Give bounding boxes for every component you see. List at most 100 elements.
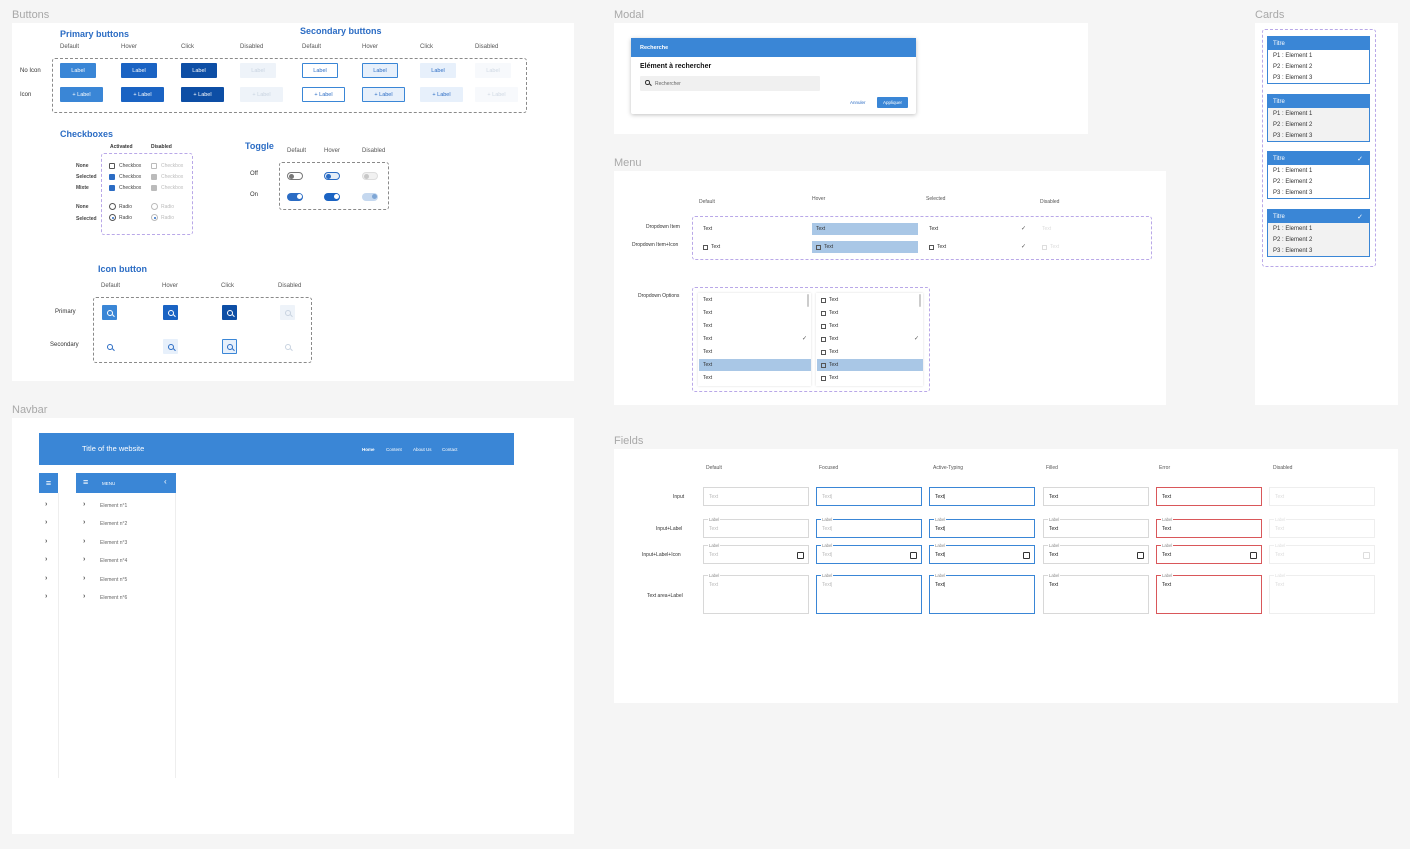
- checkbox-none[interactable]: [109, 163, 115, 169]
- sidebar-item[interactable]: Element n°6: [100, 595, 127, 601]
- secondary-button-hover[interactable]: Label: [362, 63, 398, 78]
- calendar-icon[interactable]: [910, 552, 917, 559]
- chevron-left-icon[interactable]: ‹: [164, 477, 167, 486]
- primary-icon-button-default[interactable]: [102, 305, 117, 320]
- dropdown-option[interactable]: Text: [699, 333, 805, 345]
- chevron-right-icon[interactable]: ›: [45, 501, 47, 508]
- input-filled[interactable]: Text: [1043, 487, 1149, 506]
- chevron-right-icon[interactable]: ›: [83, 519, 85, 526]
- input-icon-filled[interactable]: Label Text: [1043, 543, 1149, 564]
- dropdown-item-selected[interactable]: Text: [925, 223, 1031, 235]
- dropdown-item-icon-hover[interactable]: Text: [812, 241, 918, 253]
- nav-link-contact[interactable]: Contact: [442, 447, 458, 452]
- toggle-off-hover[interactable]: [324, 172, 340, 180]
- input-label-default[interactable]: Label Text: [703, 517, 809, 538]
- dropdown-option-icon-hover[interactable]: Text: [817, 359, 923, 371]
- input-error[interactable]: Text: [1156, 487, 1262, 506]
- secondary-button-click[interactable]: Label: [420, 63, 456, 78]
- site-title[interactable]: Title of the website: [82, 444, 144, 453]
- secondary-button-default[interactable]: Label: [302, 63, 338, 78]
- dropdown-option[interactable]: Text: [699, 372, 805, 384]
- chevron-right-icon[interactable]: ›: [83, 575, 85, 582]
- secondary-icon-button-default[interactable]: [102, 339, 117, 354]
- calendar-icon[interactable]: [1250, 552, 1257, 559]
- secondary-icon-button-click[interactable]: [222, 339, 237, 354]
- input-icon-default[interactable]: Label Text: [703, 543, 809, 564]
- hamburger-collapsed-button[interactable]: ≡: [39, 473, 58, 493]
- input-icon-focused[interactable]: Label Text|: [816, 543, 922, 564]
- dropdown-option[interactable]: Text: [699, 320, 805, 332]
- radio-selected[interactable]: [109, 214, 116, 221]
- nav-link-home[interactable]: Home: [362, 447, 375, 452]
- card-selected-hover[interactable]: Titre ✓ P1 : Element 1 P2 : Element 2 P3 …: [1267, 209, 1370, 257]
- hamburger-icon[interactable]: ≡: [83, 477, 88, 487]
- primary-icon-button-click[interactable]: + Label: [181, 87, 224, 102]
- sidebar-item[interactable]: Element n°5: [100, 577, 127, 583]
- dropdown-item-hover[interactable]: Text: [812, 223, 918, 235]
- radio-none[interactable]: [109, 203, 116, 210]
- chevron-right-icon[interactable]: ›: [83, 501, 85, 508]
- input-label-error[interactable]: Label Text: [1156, 517, 1262, 538]
- dropdown-item-default[interactable]: Text: [699, 223, 805, 235]
- calendar-icon[interactable]: [1137, 552, 1144, 559]
- checkbox-mixed[interactable]: [109, 185, 115, 191]
- dropdown-item-icon-selected[interactable]: Text: [925, 241, 1031, 253]
- textarea-default[interactable]: Label Text: [703, 573, 809, 614]
- input-icon-active-typing[interactable]: Label Text|: [929, 543, 1035, 564]
- dropdown-option-icon[interactable]: Text: [817, 320, 917, 332]
- primary-icon-button-click[interactable]: [222, 305, 237, 320]
- toggle-off-default[interactable]: [287, 172, 303, 180]
- card-hover[interactable]: Titre P1 : Element 1 P2 : Element 2 P3 :…: [1267, 94, 1370, 142]
- input-label-filled[interactable]: Label Text: [1043, 517, 1149, 538]
- secondary-icon-button-hover[interactable]: [163, 339, 178, 354]
- input-label-focused[interactable]: Label Text|: [816, 517, 922, 538]
- input-focused[interactable]: Text|: [816, 487, 922, 506]
- primary-icon-button-hover[interactable]: [163, 305, 178, 320]
- primary-button-click[interactable]: Label: [181, 63, 217, 78]
- primary-button-default[interactable]: Label: [60, 63, 96, 78]
- dropdown-option[interactable]: Text: [699, 346, 805, 358]
- nav-link-about[interactable]: About Us: [413, 447, 432, 452]
- dropdown-option-icon[interactable]: Text: [817, 294, 917, 306]
- dropdown-option-icon[interactable]: Text: [817, 372, 917, 384]
- dropdown-item-icon-default[interactable]: Text: [699, 241, 805, 253]
- primary-button-hover[interactable]: Label: [121, 63, 157, 78]
- scrollbar[interactable]: [919, 294, 921, 307]
- sidebar-item[interactable]: Element n°2: [100, 521, 127, 527]
- dropdown-option-icon[interactable]: Text: [817, 307, 917, 319]
- calendar-icon[interactable]: [797, 552, 804, 559]
- apply-button[interactable]: Appliquer: [877, 97, 908, 108]
- dropdown-option[interactable]: Text: [699, 307, 805, 319]
- secondary-icon-button-default[interactable]: + Label: [302, 87, 345, 102]
- input-default[interactable]: Text: [703, 487, 809, 506]
- input-label-active-typing[interactable]: Label Text|: [929, 517, 1035, 538]
- textarea-filled[interactable]: Label Text: [1043, 573, 1149, 614]
- calendar-icon[interactable]: [1023, 552, 1030, 559]
- chevron-right-icon[interactable]: ›: [45, 538, 47, 545]
- dropdown-option-icon[interactable]: Text: [817, 346, 917, 358]
- secondary-icon-button-hover[interactable]: + Label: [362, 87, 405, 102]
- textarea-focused[interactable]: Label Text|: [816, 573, 922, 614]
- chevron-right-icon[interactable]: ›: [83, 538, 85, 545]
- checkbox-selected[interactable]: [109, 174, 115, 180]
- card[interactable]: Titre P1 : Element 1 P2 : Element 2 P3 :…: [1267, 36, 1370, 84]
- textarea-active-typing[interactable]: Label Text|: [929, 573, 1035, 614]
- scrollbar[interactable]: [807, 294, 809, 307]
- dropdown-option[interactable]: Text: [699, 294, 805, 306]
- chevron-right-icon[interactable]: ›: [45, 593, 47, 600]
- chevron-right-icon[interactable]: ›: [83, 556, 85, 563]
- chevron-right-icon[interactable]: ›: [45, 575, 47, 582]
- sidebar-item[interactable]: Element n°3: [100, 540, 127, 546]
- chevron-right-icon[interactable]: ›: [83, 593, 85, 600]
- toggle-on-default[interactable]: [287, 193, 303, 201]
- card-selected[interactable]: Titre ✓ P1 : Element 1 P2 : Element 2 P3 …: [1267, 151, 1370, 199]
- dropdown-option-icon[interactable]: Text: [817, 333, 917, 345]
- chevron-right-icon[interactable]: ›: [45, 556, 47, 563]
- input-active-typing[interactable]: Text|: [929, 487, 1035, 506]
- cancel-button[interactable]: Annuler: [850, 100, 866, 105]
- dropdown-option-hover[interactable]: Text: [699, 359, 811, 371]
- sidebar-item[interactable]: Element n°1: [100, 503, 127, 509]
- sidebar-item[interactable]: Element n°4: [100, 558, 127, 564]
- primary-icon-button-hover[interactable]: + Label: [121, 87, 164, 102]
- chevron-right-icon[interactable]: ›: [45, 519, 47, 526]
